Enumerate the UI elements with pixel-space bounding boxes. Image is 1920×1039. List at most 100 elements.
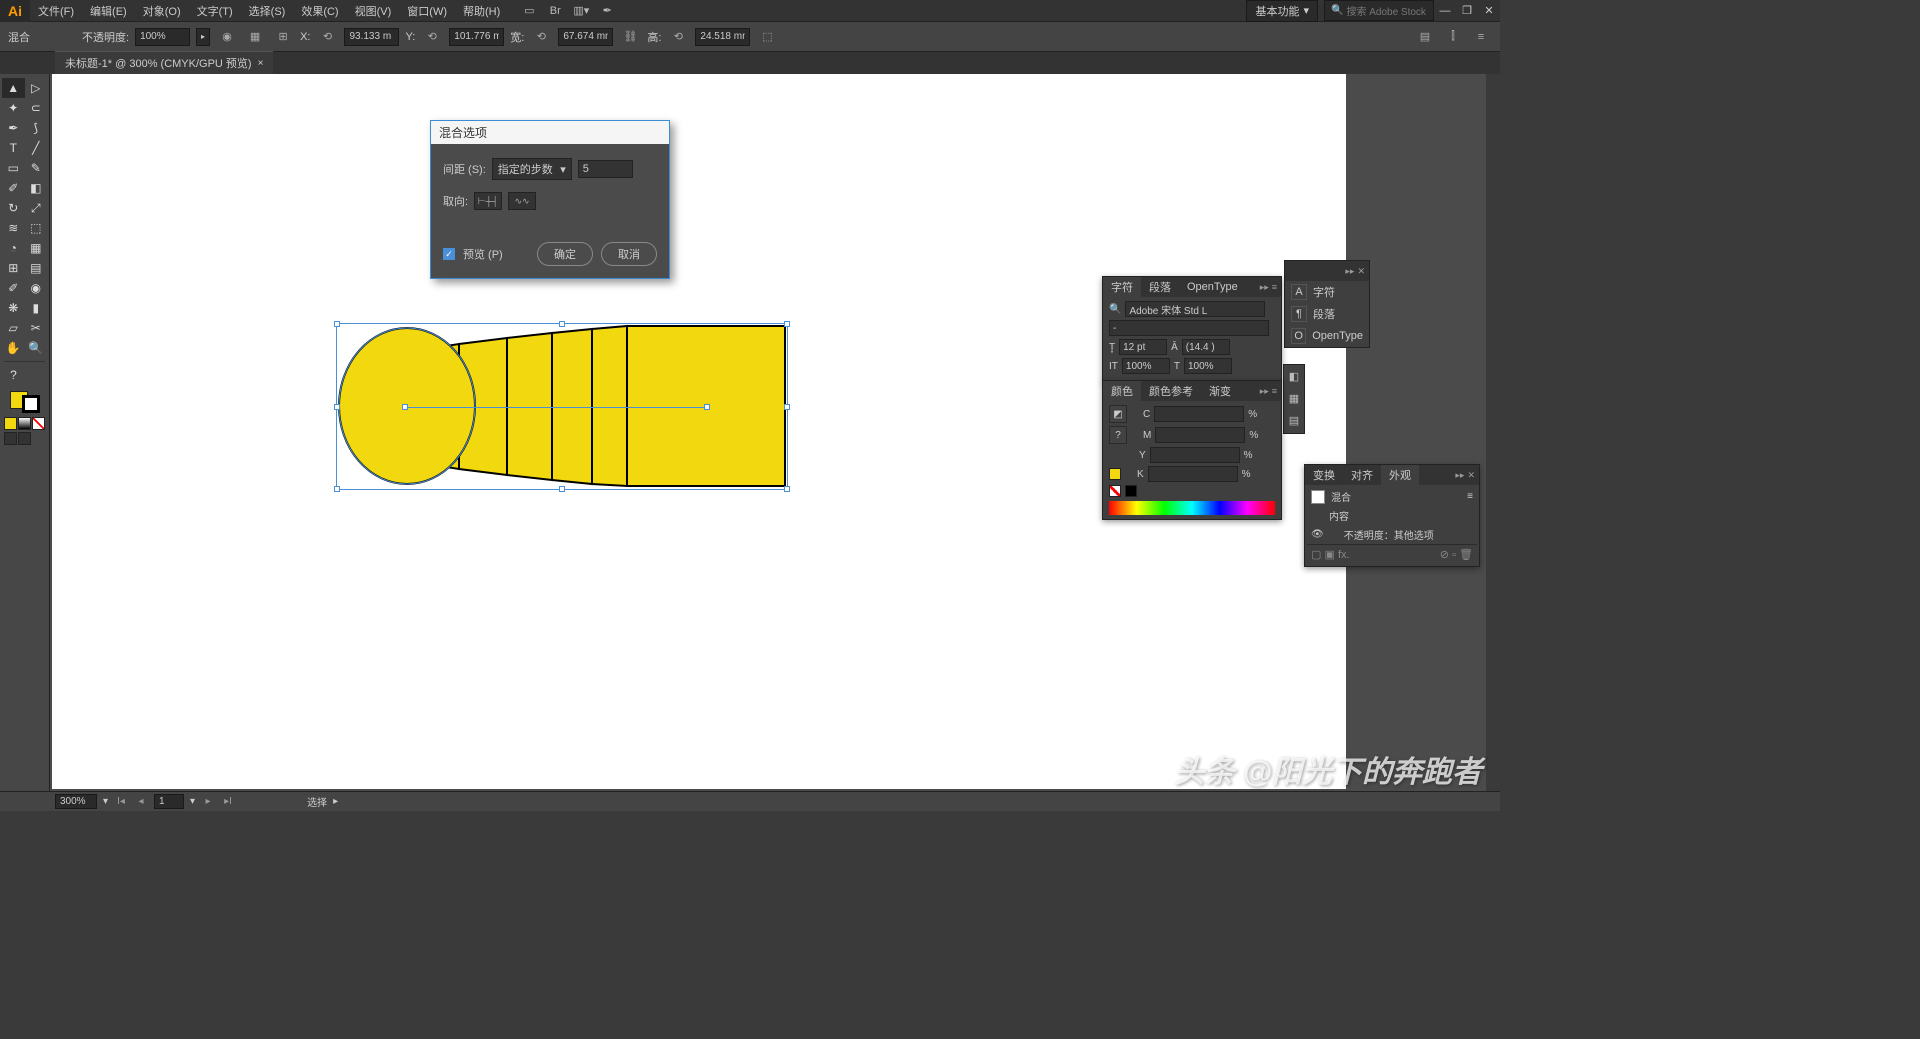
restore-button[interactable]: ❐ [1456,2,1478,20]
x-input[interactable] [344,28,399,46]
hscale-input[interactable] [1184,358,1232,374]
appear-expand-icon[interactable]: ▸▸ [1455,470,1464,481]
tab-appearance[interactable]: 外观 [1381,465,1419,485]
menu-effect[interactable]: 效果(C) [293,0,346,22]
shape-builder-tool[interactable]: ◔ [2,238,25,258]
trash-icon[interactable]: 🗑 [1459,549,1473,561]
column-graph-tool[interactable]: ▮ [25,298,48,318]
screen-mode-normal[interactable] [4,432,17,445]
w-input[interactable] [558,28,613,46]
fx-icon[interactable]: fx. [1338,549,1350,561]
type-tool[interactable]: T [2,138,25,158]
mesh-tool[interactable]: ⊞ [2,258,25,278]
tool-dropdown-icon[interactable]: ▸ [333,796,338,807]
mini-char-button[interactable]: A字符 [1285,281,1369,303]
shaper-tool[interactable]: ✐ [2,178,25,198]
pen-tool[interactable]: ✒ [2,118,25,138]
tab-opentype[interactable]: OpenType [1179,279,1246,295]
blend-object[interactable] [337,324,787,489]
k-slider[interactable] [1148,466,1238,482]
menu-help[interactable]: 帮助(H) [455,0,508,22]
orient-path-button[interactable]: ∿∿ [508,192,536,210]
preview-checkbox[interactable]: ✓ [443,248,455,260]
help-tool[interactable]: ? [2,365,25,385]
leading-input[interactable] [1182,339,1230,355]
last-artboard-button[interactable]: ▸I [221,795,235,809]
cancel-button[interactable]: 取消 [601,242,657,266]
color-warn-icon[interactable]: ? [1109,426,1127,444]
menu-select[interactable]: 选择(S) [241,0,294,22]
appear-menu-icon[interactable]: ≡ [1467,491,1473,502]
paintbrush-tool[interactable]: ✎ [25,158,48,178]
align-icon[interactable]: ▦ [244,26,266,48]
selection-tool[interactable]: ▲ [2,78,25,98]
eyedropper-tool[interactable]: ✐ [2,278,25,298]
mini-para-button[interactable]: ¶段落 [1285,303,1369,325]
bridge-icon[interactable]: Br [546,2,564,20]
opacity-dropdown[interactable]: ▸ [196,28,210,46]
hand-tool[interactable]: ✋ [2,338,25,358]
panel-expand-icon[interactable]: ▸▸ [1260,282,1269,293]
tab-paragraph[interactable]: 段落 [1141,277,1179,297]
rectangle-tool[interactable]: ▭ [2,158,25,178]
new-stroke-icon[interactable]: ▣ [1324,549,1334,561]
prev-artboard-button[interactable]: ◂ [134,795,148,809]
screen-mode-full[interactable] [18,432,31,445]
cb-right-icon-3[interactable]: ≡ [1470,26,1492,48]
gradient-tool[interactable]: ▤ [25,258,48,278]
free-transform-tool[interactable]: ⬚ [25,218,48,238]
m-slider[interactable] [1155,427,1245,443]
none-color-swatch[interactable] [1109,485,1121,497]
tab-character[interactable]: 字符 [1103,277,1141,297]
y-slider[interactable] [1150,447,1240,463]
x-link-icon[interactable]: ⟲ [316,26,338,48]
cloud-icon[interactable]: ▭ [520,2,538,20]
c-slider[interactable] [1154,406,1244,422]
color-fill-icon[interactable]: ◩ [1109,405,1127,423]
ok-button[interactable]: 确定 [537,242,593,266]
arrange-icon[interactable]: ▥▾ [572,2,590,20]
tab-align[interactable]: 对齐 [1343,465,1381,485]
shape-mode-icon[interactable]: ⬚ [756,26,778,48]
mini-close-icon[interactable]: ✕ [1357,266,1365,277]
gradient-mode-swatch[interactable] [18,417,31,430]
tab-transform[interactable]: 变换 [1305,465,1343,485]
transform-anchor-icon[interactable]: ⊞ [272,26,294,48]
tab-color[interactable]: 颜色 [1103,381,1141,401]
artboard-dropdown-icon[interactable]: ▾ [190,796,195,807]
lasso-tool[interactable]: ⊂ [25,98,48,118]
close-button[interactable]: ✕ [1478,2,1500,20]
color-spectrum[interactable] [1109,501,1275,515]
first-artboard-button[interactable]: I◂ [114,795,128,809]
symbol-sprayer-tool[interactable]: ❋ [2,298,25,318]
color-menu-icon[interactable]: ≡ [1272,386,1277,397]
w-link-icon[interactable]: ⟲ [530,26,552,48]
tab-color-guide[interactable]: 颜色参考 [1141,381,1201,401]
slice-tool[interactable]: ✂ [25,318,48,338]
menu-edit[interactable]: 编辑(E) [82,0,135,22]
curvature-tool[interactable]: ⟆ [25,118,48,138]
none-mode-swatch[interactable] [32,417,45,430]
zoom-tool[interactable]: 🔍 [25,338,48,358]
spine-end[interactable] [704,404,710,410]
direct-selection-tool[interactable]: ▷ [25,78,48,98]
search-stock-input[interactable]: 🔍 搜索 Adobe Stock [1324,0,1434,21]
scale-tool[interactable]: ⤢ [25,198,48,218]
artboard-index-input[interactable] [154,794,184,809]
document-tab[interactable]: 未标题-1* @ 300% (CMYK/GPU 预览) × [55,51,273,74]
y-link-icon[interactable]: ⟲ [421,26,443,48]
menu-window[interactable]: 窗口(W) [399,0,455,22]
h-input[interactable] [695,28,750,46]
width-tool[interactable]: ≋ [2,218,25,238]
menu-view[interactable]: 视图(V) [347,0,400,22]
gpu-icon[interactable]: ✒ [598,2,616,20]
next-artboard-button[interactable]: ▸ [201,795,215,809]
opacity-input[interactable] [135,28,190,46]
black-swatch[interactable] [1125,485,1137,497]
menu-object[interactable]: 对象(O) [135,0,189,22]
new-fill-icon[interactable]: ▢ [1311,549,1321,561]
tab-close-icon[interactable]: × [258,58,264,69]
constrain-icon[interactable]: ⛓ [619,26,641,48]
spacing-mode-select[interactable]: 指定的步数 ▾ [492,158,572,180]
menu-type[interactable]: 文字(T) [189,0,241,22]
